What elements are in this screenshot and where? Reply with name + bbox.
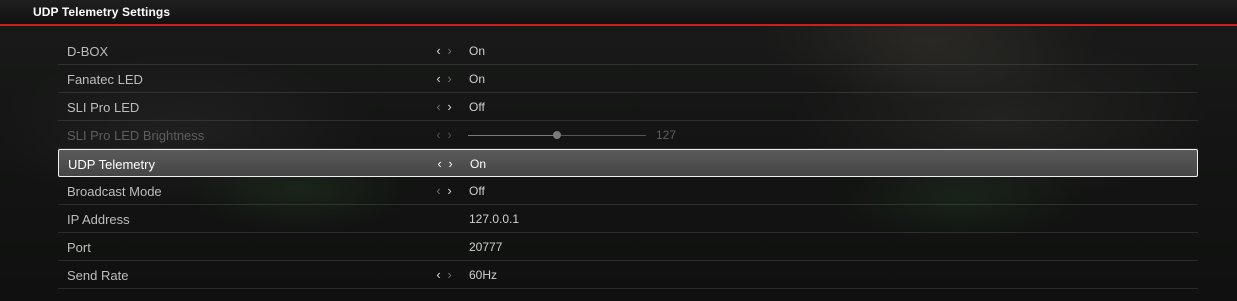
value-selector[interactable]: ‹ › [434,43,456,58]
brightness-slider [468,131,646,139]
setting-row-udp-telemetry[interactable]: UDP Telemetry ‹ › On [58,149,1198,177]
setting-label: SLI Pro LED [67,100,140,115]
value-selector[interactable]: ‹ › [434,71,456,86]
setting-label: D-BOX [67,44,109,59]
setting-label: Broadcast Mode [67,184,162,199]
setting-row-ip-address[interactable]: IP Address 127.0.0.1 [58,205,1198,233]
chevron-right-icon[interactable]: › [445,183,456,198]
setting-row-sli-pro-led-brightness: SLI Pro LED Brightness ‹ › 127 [58,121,1198,149]
chevron-left-icon[interactable]: ‹ [434,43,445,58]
setting-label: Send Rate [67,268,129,283]
setting-label: Port [67,240,91,255]
header-bar: UDP Telemetry Settings [0,0,1237,26]
chevron-right-icon: › [447,127,454,142]
setting-row-fanatec-led[interactable]: Fanatec LED ‹ › On [58,65,1198,93]
setting-label: UDP Telemetry [68,157,155,172]
setting-label: SLI Pro LED Brightness [67,128,205,143]
value-selector[interactable]: ‹ › [434,99,456,114]
chevron-right-icon[interactable]: › [445,71,456,86]
chevron-left-icon[interactable]: ‹ [434,71,445,86]
slider-value: 127 [656,128,677,142]
setting-label: IP Address [67,212,130,227]
chevron-right-icon[interactable]: › [445,267,456,282]
slider-fill [468,135,557,136]
setting-value: 60Hz [469,268,498,282]
value-selector[interactable]: ‹ › [435,156,457,171]
setting-value: 20777 [469,240,503,254]
chevron-right-icon[interactable]: › [445,43,456,58]
chevron-left-icon[interactable]: ‹ [434,183,445,198]
setting-label: Fanatec LED [67,72,143,87]
setting-value: On [469,44,486,58]
setting-value: Off [469,100,485,114]
value-selector: ‹ › [434,127,456,142]
setting-row-dbox[interactable]: D-BOX ‹ › On [58,37,1198,65]
chevron-left-icon[interactable]: ‹ [435,156,446,171]
value-selector[interactable]: ‹ › [434,183,456,198]
page-title: UDP Telemetry Settings [33,5,171,19]
setting-row-sli-pro-led[interactable]: SLI Pro LED ‹ › Off [58,93,1198,121]
slider-knob [553,131,561,139]
chevron-left-icon: ‹ [436,127,443,142]
setting-row-send-rate[interactable]: Send Rate ‹ › 60Hz [58,261,1198,289]
setting-value: Off [469,184,485,198]
setting-row-port[interactable]: Port 20777 [58,233,1198,261]
setting-value: On [470,157,487,171]
setting-row-broadcast-mode[interactable]: Broadcast Mode ‹ › Off [58,177,1198,205]
setting-value: On [469,72,486,86]
setting-value: 127.0.0.1 [469,212,520,226]
chevron-left-icon[interactable]: ‹ [434,267,445,282]
chevron-right-icon[interactable]: › [445,99,456,114]
settings-list: D-BOX ‹ › On Fanatec LED ‹ › On SLI Pro LE… [58,37,1198,289]
chevron-left-icon[interactable]: ‹ [434,99,445,114]
value-selector[interactable]: ‹ › [434,267,456,282]
chevron-right-icon[interactable]: › [446,156,457,171]
